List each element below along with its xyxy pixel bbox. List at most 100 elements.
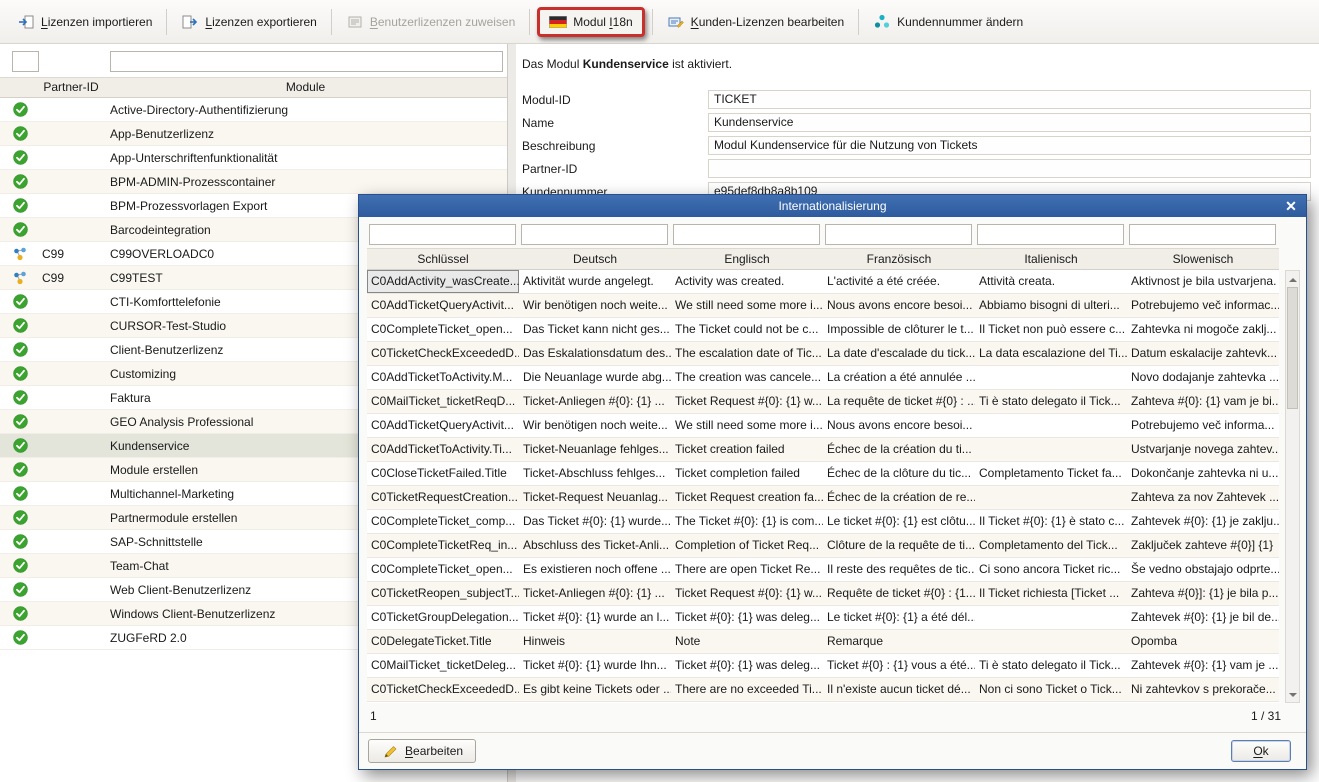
translation-cell[interactable]: Il Ticket richiesta [Ticket ... — [975, 582, 1127, 605]
translation-cell[interactable]: The Ticket could not be c... — [671, 318, 823, 341]
translation-cell[interactable]: Nous avons encore besoi... — [823, 294, 975, 317]
translation-cell[interactable]: Échec de la création de re... — [823, 486, 975, 509]
translation-cell[interactable]: Wir benötigen noch weite... — [519, 294, 671, 317]
translation-cell[interactable]: Il Ticket non può essere c... — [975, 318, 1127, 341]
translation-cell[interactable]: Ticket-Abschluss fehlges... — [519, 462, 671, 485]
translation-cell[interactable]: Ni zahtevkov s prekorače... — [1127, 678, 1279, 701]
translation-cell[interactable]: Es existieren noch offene ... — [519, 558, 671, 581]
translation-cell[interactable]: Abbiamo bisogni di ulteri... — [975, 294, 1127, 317]
i18n-row[interactable]: C0CompleteTicket_comp...Das Ticket #{0}:… — [367, 510, 1279, 534]
bearbeiten-button[interactable]: Bearbeiten — [368, 739, 476, 763]
translation-cell[interactable]: Potrebujemo več informa... — [1127, 414, 1279, 437]
column-header-module[interactable]: Module — [104, 78, 507, 97]
scrollbar-thumb[interactable] — [1287, 287, 1298, 409]
i18n-row[interactable]: C0TicketCheckExceededD...Es gibt keine T… — [367, 678, 1279, 702]
translation-cell[interactable]: Ticket creation failed — [671, 438, 823, 461]
translation-cell[interactable]: Activity was created. — [671, 270, 823, 293]
close-icon[interactable]: ✕ — [1281, 195, 1301, 217]
translation-cell[interactable]: Das Eskalationsdatum des... — [519, 342, 671, 365]
translation-cell[interactable] — [975, 414, 1127, 437]
column-header-franz-sisch[interactable]: Französisch — [823, 249, 975, 269]
filter-input-schl-ssel[interactable] — [369, 224, 516, 245]
key-cell[interactable]: C0MailTicket_ticketDeleg... — [367, 654, 519, 677]
translation-cell[interactable]: La date d'escalade du tick... — [823, 342, 975, 365]
translation-cell[interactable]: Ustvarjanje novega zahtev... — [1127, 438, 1279, 461]
module-row[interactable]: App-Unterschriftenfunktionalität — [0, 146, 507, 170]
filter-input-franz-sisch[interactable] — [825, 224, 972, 245]
translation-cell[interactable]: Completion of Ticket Req... — [671, 534, 823, 557]
translation-cell[interactable]: Zahtevek #{0}: {1} je bil de... — [1127, 606, 1279, 629]
translation-cell[interactable]: Ticket #{0}: {1} wurde an l... — [519, 606, 671, 629]
field-value-partner-id[interactable] — [708, 159, 1311, 178]
translation-cell[interactable] — [975, 438, 1127, 461]
translation-cell[interactable]: The creation was cancele... — [671, 366, 823, 389]
filter-input-deutsch[interactable] — [521, 224, 668, 245]
key-cell[interactable]: C0CompleteTicket_open... — [367, 558, 519, 581]
translation-cell[interactable]: Ticket Request #{0}: {1} w... — [671, 582, 823, 605]
translation-cell[interactable]: Die Neuanlage wurde abg... — [519, 366, 671, 389]
key-cell[interactable]: C0MailTicket_ticketReqD... — [367, 390, 519, 413]
translation-cell[interactable]: Ticket #{0}: {1} was deleg... — [671, 606, 823, 629]
translation-cell[interactable]: Completamento del Tick... — [975, 534, 1127, 557]
translation-cell[interactable]: Zahteva #{0}]: {1} je bila p... — [1127, 582, 1279, 605]
translation-cell[interactable]: Potrebujemo več informac... — [1127, 294, 1279, 317]
key-cell[interactable]: C0AddTicketQueryActivit... — [367, 414, 519, 437]
translation-cell[interactable]: Le ticket #{0}: {1} est clôtu... — [823, 510, 975, 533]
translation-cell[interactable]: Le ticket #{0}: {1} a été dél... — [823, 606, 975, 629]
module-row[interactable]: BPM-ADMIN-Prozesscontainer — [0, 170, 507, 194]
translation-cell[interactable]: Ticket-Neuanlage fehlges... — [519, 438, 671, 461]
i18n-row[interactable]: C0AddTicketToActivity.M...Die Neuanlage … — [367, 366, 1279, 390]
translation-cell[interactable]: Ticket #{0}: {1} wurde Ihn... — [519, 654, 671, 677]
i18n-row[interactable]: C0DelegateTicket.TitleHinweisNoteRemarqu… — [367, 630, 1279, 654]
i18n-row[interactable]: C0CompleteTicket_open...Das Ticket kann … — [367, 318, 1279, 342]
translation-cell[interactable]: Es gibt keine Tickets oder ... — [519, 678, 671, 701]
module-filter-input[interactable] — [110, 51, 503, 72]
translation-cell[interactable]: Aktivnost je bila ustvarjena. — [1127, 270, 1279, 293]
i18n-row[interactable]: C0CompleteTicket_open...Es existieren no… — [367, 558, 1279, 582]
translation-cell[interactable]: There are open Ticket Re... — [671, 558, 823, 581]
translation-cell[interactable]: Ticket-Anliegen #{0}: {1} ... — [519, 582, 671, 605]
translation-cell[interactable]: Ticket-Anliegen #{0}: {1} ... — [519, 390, 671, 413]
translation-cell[interactable]: Note — [671, 630, 823, 653]
translation-cell[interactable]: Zahteva #{0}: {1} vam je bi... — [1127, 390, 1279, 413]
translation-cell[interactable]: Ti è stato delegato il Tick... — [975, 390, 1127, 413]
translation-cell[interactable]: Ticket-Request Neuanlag... — [519, 486, 671, 509]
toolbar-button-lizenzen-importieren[interactable]: Lizenzen importieren — [8, 9, 161, 35]
translation-cell[interactable]: We still need some more i... — [671, 294, 823, 317]
translation-cell[interactable]: Completamento Ticket fa... — [975, 462, 1127, 485]
translation-cell[interactable]: L'activité a été créée. — [823, 270, 975, 293]
column-header-deutsch[interactable]: Deutsch — [519, 249, 671, 269]
i18n-row[interactable]: C0CloseTicketFailed.TitleTicket-Abschlus… — [367, 462, 1279, 486]
translation-cell[interactable]: Requête de ticket #{0} : {1... — [823, 582, 975, 605]
i18n-row[interactable]: C0TicketGroupDelegation...Ticket #{0}: {… — [367, 606, 1279, 630]
column-header-italienisch[interactable]: Italienisch — [975, 249, 1127, 269]
i18n-row[interactable]: C0AddActivity_wasCreate...Aktivität wurd… — [367, 270, 1279, 294]
filter-input-italienisch[interactable] — [977, 224, 1124, 245]
translation-cell[interactable]: Zahteva za nov Zahtevek ... — [1127, 486, 1279, 509]
translation-cell[interactable]: Zahtevek #{0}: {1} je zaklju... — [1127, 510, 1279, 533]
translation-cell[interactable]: Wir benötigen noch weite... — [519, 414, 671, 437]
translation-cell[interactable]: There are no exceeded Ti... — [671, 678, 823, 701]
key-cell[interactable]: C0DelegateTicket.Title — [367, 630, 519, 653]
translation-cell[interactable]: Ticket #{0}: {1} was deleg... — [671, 654, 823, 677]
translation-cell[interactable]: Hinweis — [519, 630, 671, 653]
translation-cell[interactable]: Ci sono ancora Ticket ric... — [975, 558, 1127, 581]
field-value-modul-id[interactable]: TICKET — [708, 90, 1311, 109]
scroll-up-icon[interactable] — [1286, 271, 1299, 286]
translation-cell[interactable]: The Ticket #{0}: {1} is com... — [671, 510, 823, 533]
translation-cell[interactable]: Ticket Request creation fa... — [671, 486, 823, 509]
i18n-row[interactable]: C0CompleteTicketReq_in...Abschluss des T… — [367, 534, 1279, 558]
translation-cell[interactable]: Opomba — [1127, 630, 1279, 653]
translation-cell[interactable]: Non ci sono Ticket o Tick... — [975, 678, 1127, 701]
i18n-row[interactable]: C0MailTicket_ticketDeleg...Ticket #{0}: … — [367, 654, 1279, 678]
translation-cell[interactable]: Datum eskalacije zahtevk... — [1127, 342, 1279, 365]
translation-cell[interactable]: Il reste des requêtes de tic... — [823, 558, 975, 581]
translation-cell[interactable]: The escalation date of Tic... — [671, 342, 823, 365]
dialog-titlebar[interactable]: Internationalisierung ✕ — [359, 195, 1306, 217]
translation-cell[interactable]: Ticket Request #{0}: {1} w... — [671, 390, 823, 413]
translation-cell[interactable] — [975, 630, 1127, 653]
translation-cell[interactable]: Échec de la clôture du tic... — [823, 462, 975, 485]
translation-cell[interactable]: Ti è stato delegato il Tick... — [975, 654, 1127, 677]
key-cell[interactable]: C0TicketRequestCreation... — [367, 486, 519, 509]
key-cell[interactable]: C0TicketGroupDelegation... — [367, 606, 519, 629]
